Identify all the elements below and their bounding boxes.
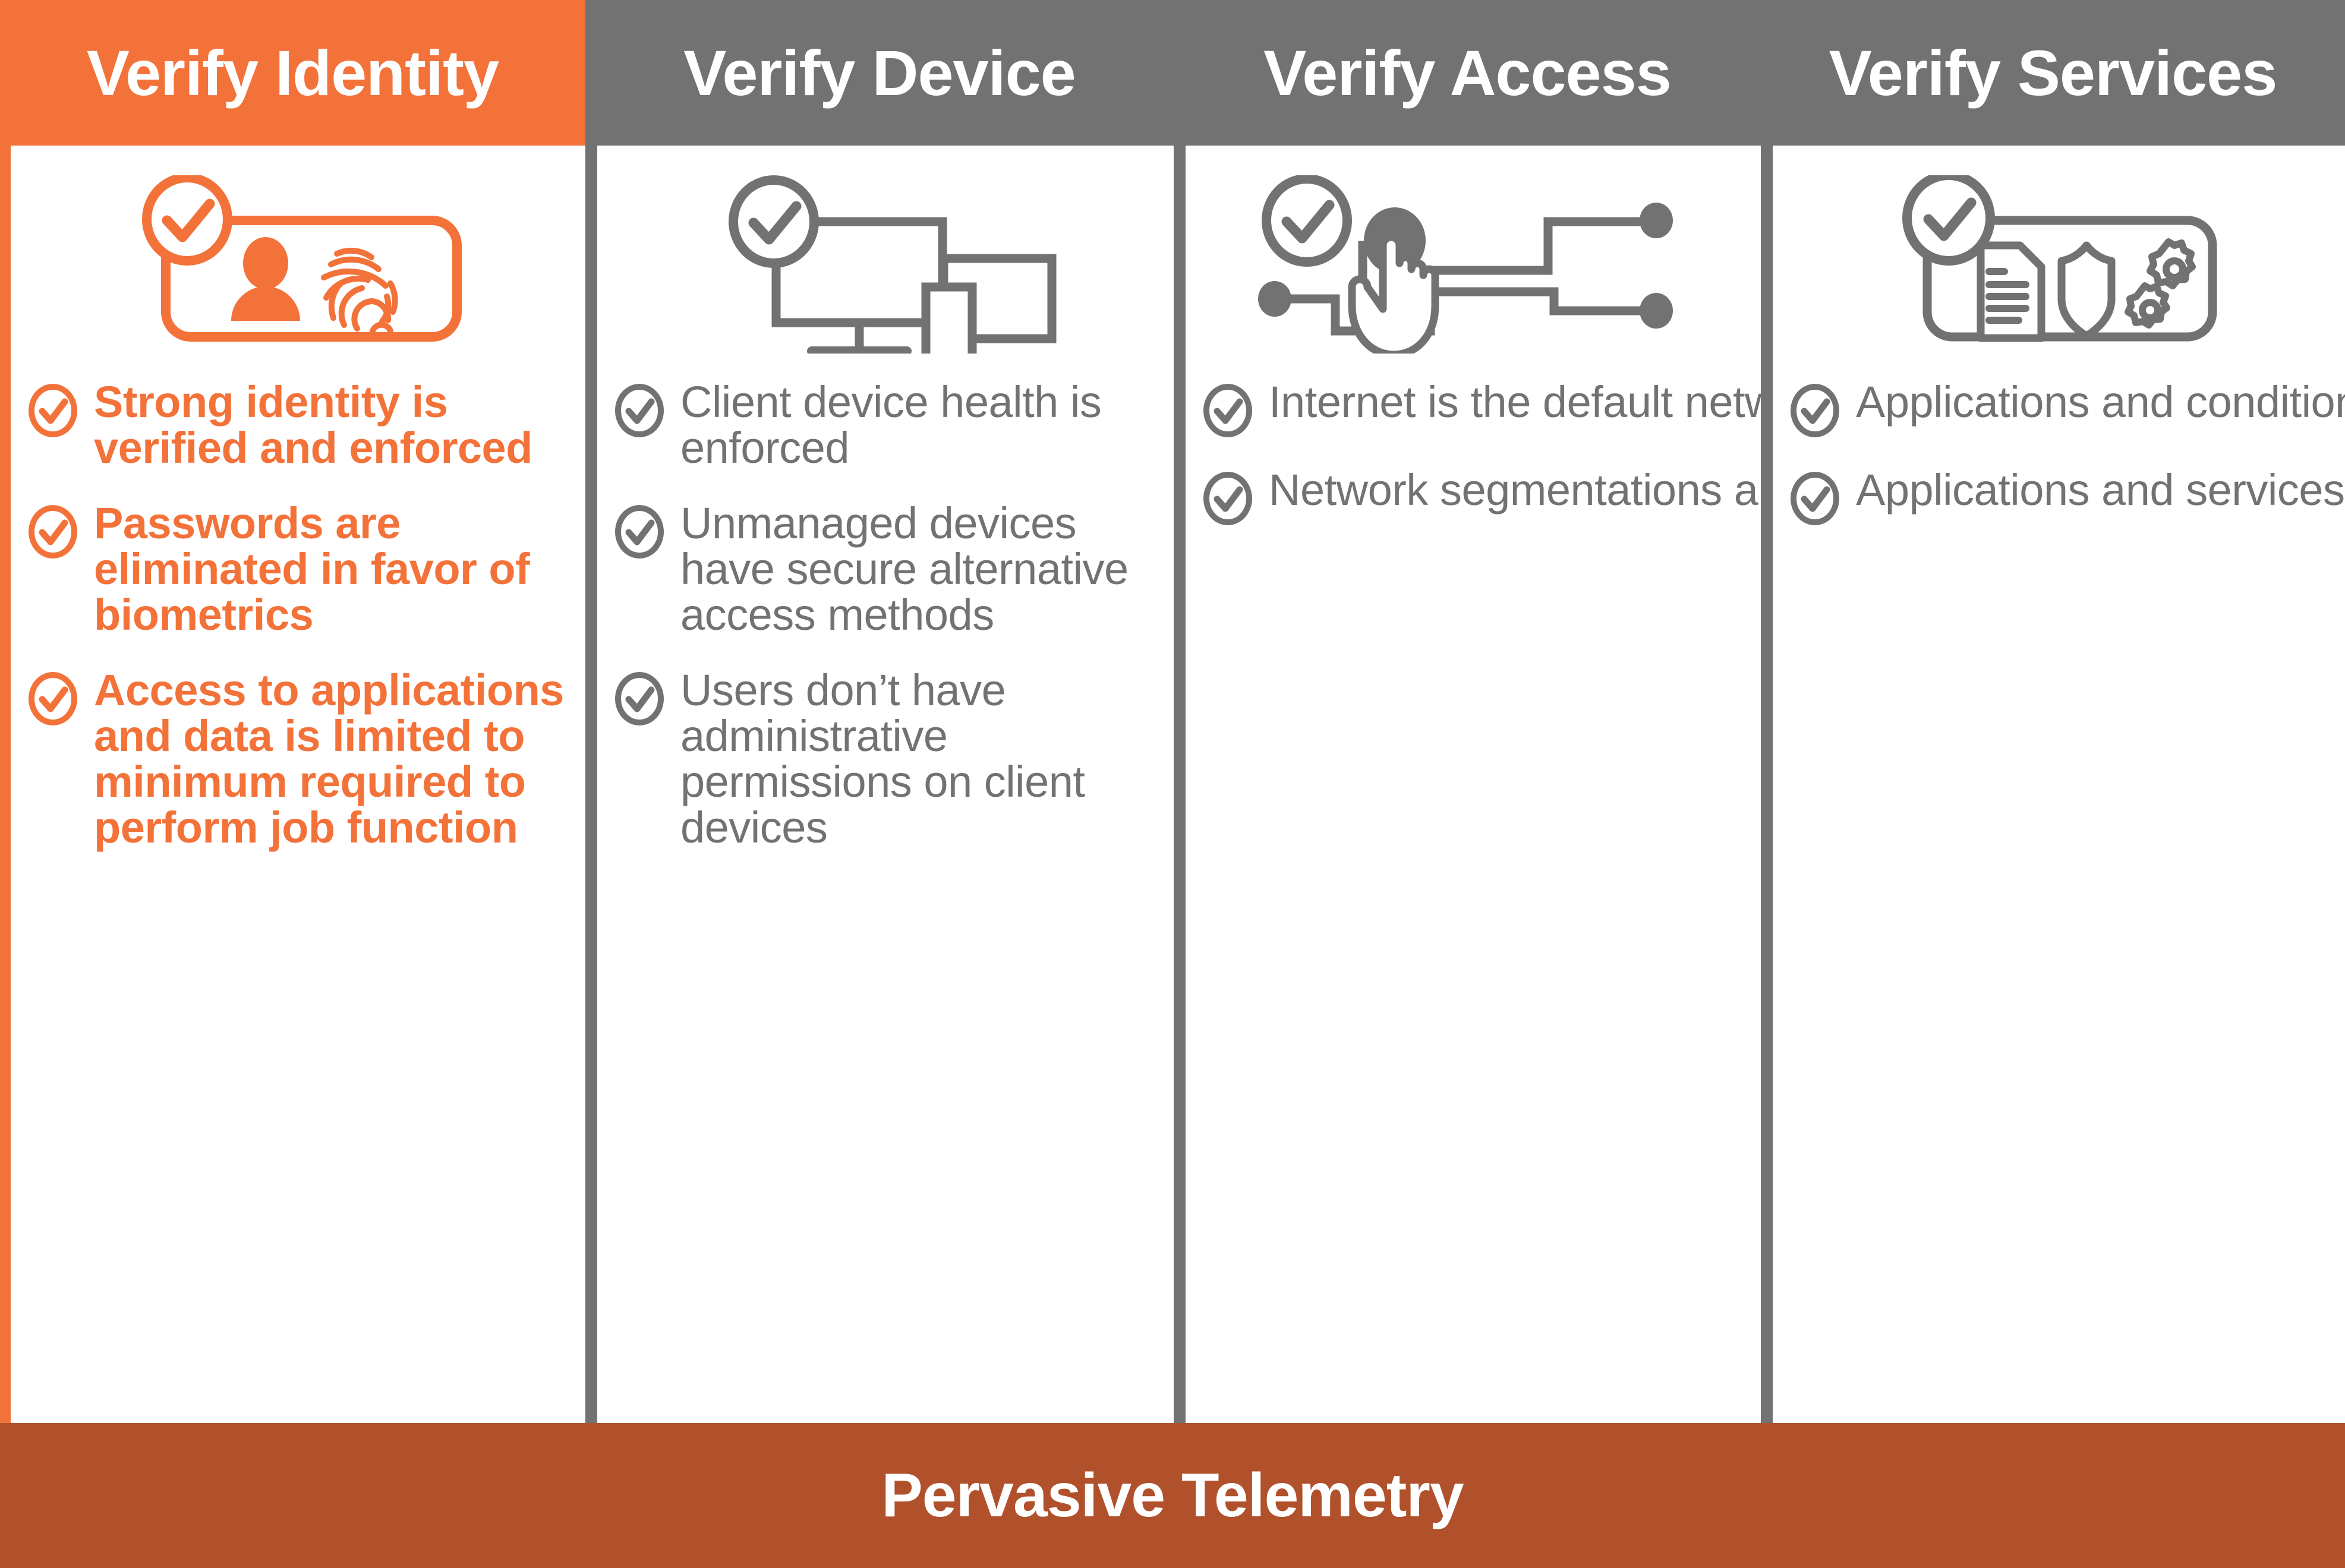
list-item: Strong identity is verified and enforced (27, 377, 576, 472)
zero-trust-pillars-diagram: Verify Identity Verify Device Verify Acc… (0, 0, 2345, 1568)
check-circle-icon (1202, 471, 1253, 526)
monitor-tablet-phone-icon (729, 175, 1057, 354)
pillar-header-verify-access[interactable]: Verify Access (1174, 0, 1761, 146)
pillar-header-verify-services[interactable]: Verify Services (1761, 0, 2345, 146)
list-item-label: Applications and services are accessible… (1856, 465, 2345, 515)
list-item: Access to applications and data is limit… (27, 665, 576, 852)
check-circle-icon (1789, 383, 1840, 438)
pillar-header-verify-identity[interactable]: Verify Identity (0, 0, 585, 146)
check-circle-icon (27, 504, 78, 559)
check-circle-icon (614, 383, 665, 438)
list-item: Client device health is enforced (614, 377, 1164, 472)
pillar-header-verify-device[interactable]: Verify Device (585, 0, 1174, 146)
pillar-header-label: Verify Identity (86, 37, 499, 109)
check-circle-icon (27, 383, 78, 438)
list-item: Users don’t have administrative permissi… (614, 665, 1164, 852)
check-circle-icon (614, 671, 665, 726)
check-circle-icon (614, 504, 665, 559)
pillar-header-label: Verify Services (1829, 37, 2278, 109)
pillar-column-services: Applications and conditions are enforced… (1761, 146, 2345, 1423)
identity-bullet-list: Strong identity is verified and enforced… (27, 377, 576, 852)
document-shield-gears-card-icon (1902, 175, 2217, 342)
pillar-column-access: Internet is the default network in all M… (1174, 146, 2345, 1423)
check-circle-icon (27, 671, 78, 726)
device-hero-icon-wrap (614, 163, 1164, 359)
list-item-label: Users don’t have administrative permissi… (680, 665, 1085, 852)
list-item: Passwords are eliminated in favor of bio… (27, 498, 576, 639)
device-bullet-list: Client device health is enforced Unmanag… (614, 377, 1164, 852)
pervasive-telemetry-bar: Pervasive Telemetry (0, 1423, 2345, 1568)
pillar-header-row: Verify Identity Verify Device Verify Acc… (0, 0, 2345, 146)
services-bullet-list: Applications and conditions are enforced… (1789, 379, 2345, 526)
network-nodes-hand-pointer-icon (1258, 175, 1673, 354)
pillar-header-label: Verify Device (683, 37, 1076, 109)
services-hero-icon-wrap (1789, 163, 2335, 359)
pervasive-telemetry-label: Pervasive Telemetry (881, 1460, 1464, 1530)
pillar-column-device: Client device health is enforced Unmanag… (585, 146, 1174, 1423)
list-item-label: Unmanaged devices have secure alternativ… (680, 498, 1129, 639)
pillar-columns: Strong identity is verified and enforced… (0, 146, 2345, 1423)
list-item: Applications and conditions are enforced… (1789, 379, 2345, 438)
list-item-label: Strong identity is verified and enforced (94, 377, 532, 472)
access-hero-icon-wrap (1202, 163, 1751, 359)
pillar-header-label: Verify Access (1263, 37, 1672, 109)
access-bullet-list: Internet is the default network in all M… (1202, 379, 2345, 526)
pillar-column-identity: Strong identity is verified and enforced… (0, 146, 585, 1423)
list-item: Unmanaged devices have secure alternativ… (614, 498, 1164, 639)
list-item-label: Client device health is enforced (680, 377, 1102, 472)
identity-hero-icon-wrap (27, 163, 576, 359)
list-item-label: Access to applications and data is limit… (94, 665, 564, 852)
check-circle-icon (1789, 471, 1840, 526)
list-item: Internet is the default network in all M… (1202, 379, 2345, 438)
list-item: Network segmentations are built based on… (1202, 467, 2345, 526)
id-badge-fingerprint-icon (141, 175, 462, 342)
list-item-label: Applications and conditions are enforced… (1856, 377, 2345, 427)
list-item-label: Passwords are eliminated in favor of bio… (94, 498, 530, 639)
list-item: Applications and services are accessible… (1789, 467, 2345, 526)
check-circle-icon (1202, 383, 1253, 438)
